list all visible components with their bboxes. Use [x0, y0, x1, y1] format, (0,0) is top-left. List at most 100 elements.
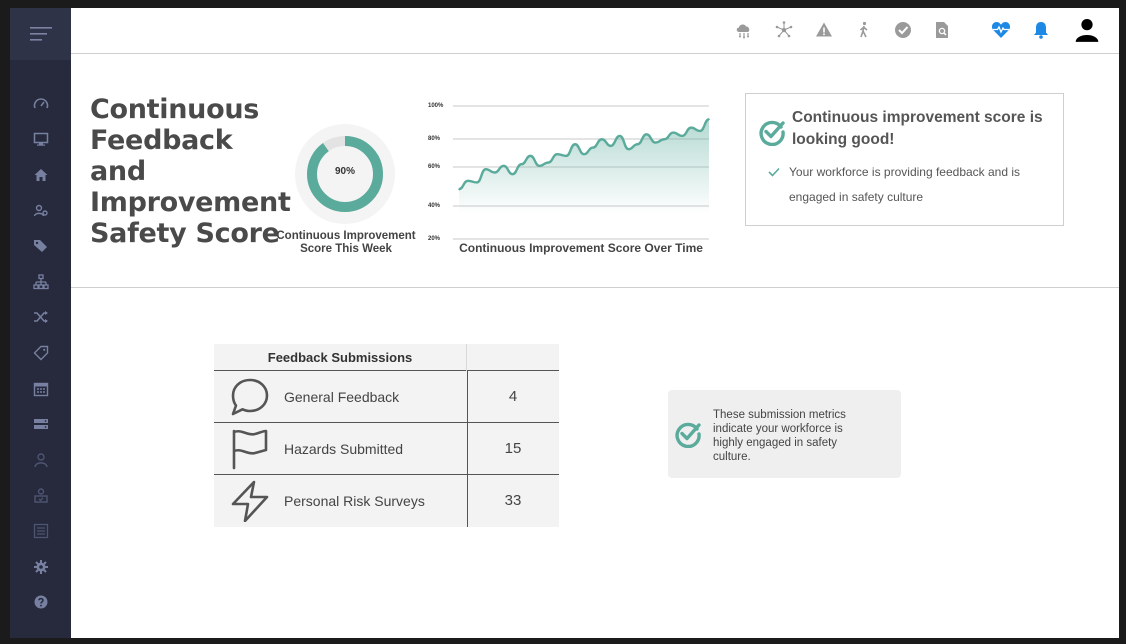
sidebar-item-user-shield[interactable] — [10, 478, 71, 514]
score-status-card: Continuous improvement score is looking … — [745, 93, 1064, 226]
cloud-network-icon — [736, 24, 750, 39]
network-hub-icon — [775, 21, 793, 38]
data-point — [467, 180, 469, 182]
engagement-note-card: These submission metrics indicate your w… — [668, 390, 901, 478]
data-point — [565, 155, 567, 157]
warning-icon — [816, 22, 832, 37]
menu-toggle-button[interactable] — [10, 8, 71, 60]
row-value: 15 — [504, 440, 522, 457]
data-point — [556, 153, 559, 156]
sidebar-item-list[interactable] — [10, 513, 71, 549]
data-point — [654, 141, 657, 144]
health-button[interactable] — [989, 18, 1013, 42]
engagement-note-text: These submission metrics indicate your w… — [713, 409, 846, 463]
document-search-icon — [936, 22, 948, 38]
sidebar-item-home[interactable] — [10, 157, 71, 193]
network-hub-button[interactable] — [772, 18, 796, 42]
donut-value-label: 90% — [334, 166, 355, 177]
table-header-title: Feedback Submissions — [214, 344, 467, 371]
sidebar-item-shuffle[interactable] — [10, 300, 71, 336]
row-label: Hazards Submitted — [284, 440, 404, 457]
sidebar-nav — [10, 86, 71, 620]
home-icon — [34, 168, 47, 181]
data-point — [493, 171, 496, 174]
data-point — [538, 165, 541, 167]
speedometer-icon — [33, 98, 48, 109]
y-tick-label: 60% — [428, 164, 441, 170]
data-point — [511, 173, 514, 175]
sidebar-item-settings[interactable] — [10, 549, 71, 585]
data-point — [672, 131, 675, 134]
warning-button[interactable] — [812, 18, 836, 42]
check-badge-icon — [675, 422, 701, 448]
data-point — [627, 148, 630, 151]
main-content: Continuous Feedback and Improvement Safe… — [71, 8, 1119, 638]
data-point — [681, 135, 684, 137]
tags-icon — [33, 240, 47, 253]
help-icon — [34, 595, 47, 609]
activity-button[interactable] — [852, 18, 876, 42]
speech-bubble-icon — [231, 378, 269, 416]
sidebar-item-tag[interactable] — [10, 335, 71, 371]
walking-person-icon — [859, 21, 868, 38]
notifications-button[interactable] — [1029, 18, 1053, 42]
page-title: Continuous Feedback and Improvement Safe… — [90, 94, 291, 249]
table-row[interactable]: General Feedback 4 — [214, 371, 559, 423]
sidebar-item-org[interactable] — [10, 264, 71, 300]
data-point — [574, 143, 576, 146]
calendar-icon — [33, 382, 48, 396]
score-over-time-chart: 100% 80% 60% 40% 20% — [428, 103, 710, 242]
data-point — [592, 146, 594, 149]
check-badge-icon — [759, 120, 785, 146]
data-point — [520, 163, 523, 165]
data-point — [618, 135, 621, 137]
sidebar-item-help[interactable] — [10, 584, 71, 620]
top-bar — [71, 8, 1119, 54]
y-tick-label: 100% — [428, 103, 444, 109]
sidebar-item-team[interactable] — [10, 193, 71, 229]
heartbeat-icon — [991, 22, 1011, 38]
cloud-network-button[interactable] — [732, 18, 756, 42]
column-divider — [467, 371, 468, 527]
data-point — [699, 130, 701, 132]
gear-icon — [33, 559, 48, 574]
data-point — [645, 133, 648, 136]
user-profile-button[interactable] — [1073, 16, 1101, 44]
user-shield-icon — [33, 488, 48, 504]
score-overview-section: Continuous Feedback and Improvement Safe… — [71, 54, 1119, 288]
status-card-message: Your workforce is providing feedback and… — [789, 165, 1021, 204]
sidebar-item-user[interactable] — [10, 442, 71, 478]
data-point — [476, 181, 478, 184]
feedback-submissions-table: Feedback Submissions General Feedback 4 … — [214, 344, 559, 527]
sidebar-item-monitor[interactable] — [10, 122, 71, 158]
document-search-button[interactable] — [930, 18, 954, 42]
y-tick-label: 20% — [428, 236, 441, 242]
status-card-title: Continuous improvement score is looking … — [792, 109, 1043, 148]
sidebar-item-dashboard[interactable] — [10, 86, 71, 122]
table-row[interactable]: Hazards Submitted 15 — [214, 423, 559, 475]
table-row[interactable]: Personal Risk Surveys 33 — [214, 475, 559, 527]
y-tick-label: 80% — [428, 136, 441, 142]
row-label: General Feedback — [284, 388, 400, 405]
list-icon — [33, 523, 48, 539]
sidebar-item-server[interactable] — [10, 406, 71, 442]
data-point — [690, 126, 692, 129]
check-circle-icon — [895, 22, 911, 38]
sidebar-item-calendar[interactable] — [10, 371, 71, 407]
approvals-button[interactable] — [891, 18, 915, 42]
checkmark-icon — [768, 167, 780, 177]
tag-outline-icon — [33, 345, 48, 361]
table-header: Feedback Submissions — [214, 344, 559, 371]
data-point — [636, 143, 639, 146]
data-point — [609, 145, 612, 147]
sidebar — [10, 8, 71, 638]
hamburger-menu-icon — [29, 27, 52, 41]
sitemap-icon — [32, 274, 49, 289]
data-point — [484, 168, 487, 170]
sidebar-item-tags[interactable] — [10, 228, 71, 264]
server-icon — [33, 419, 48, 430]
row-value: 4 — [508, 388, 518, 405]
donut-caption: Continuous Improvement Score This Week — [276, 230, 416, 255]
data-point — [502, 165, 505, 167]
weekly-score-donut: 90% — [293, 122, 397, 226]
